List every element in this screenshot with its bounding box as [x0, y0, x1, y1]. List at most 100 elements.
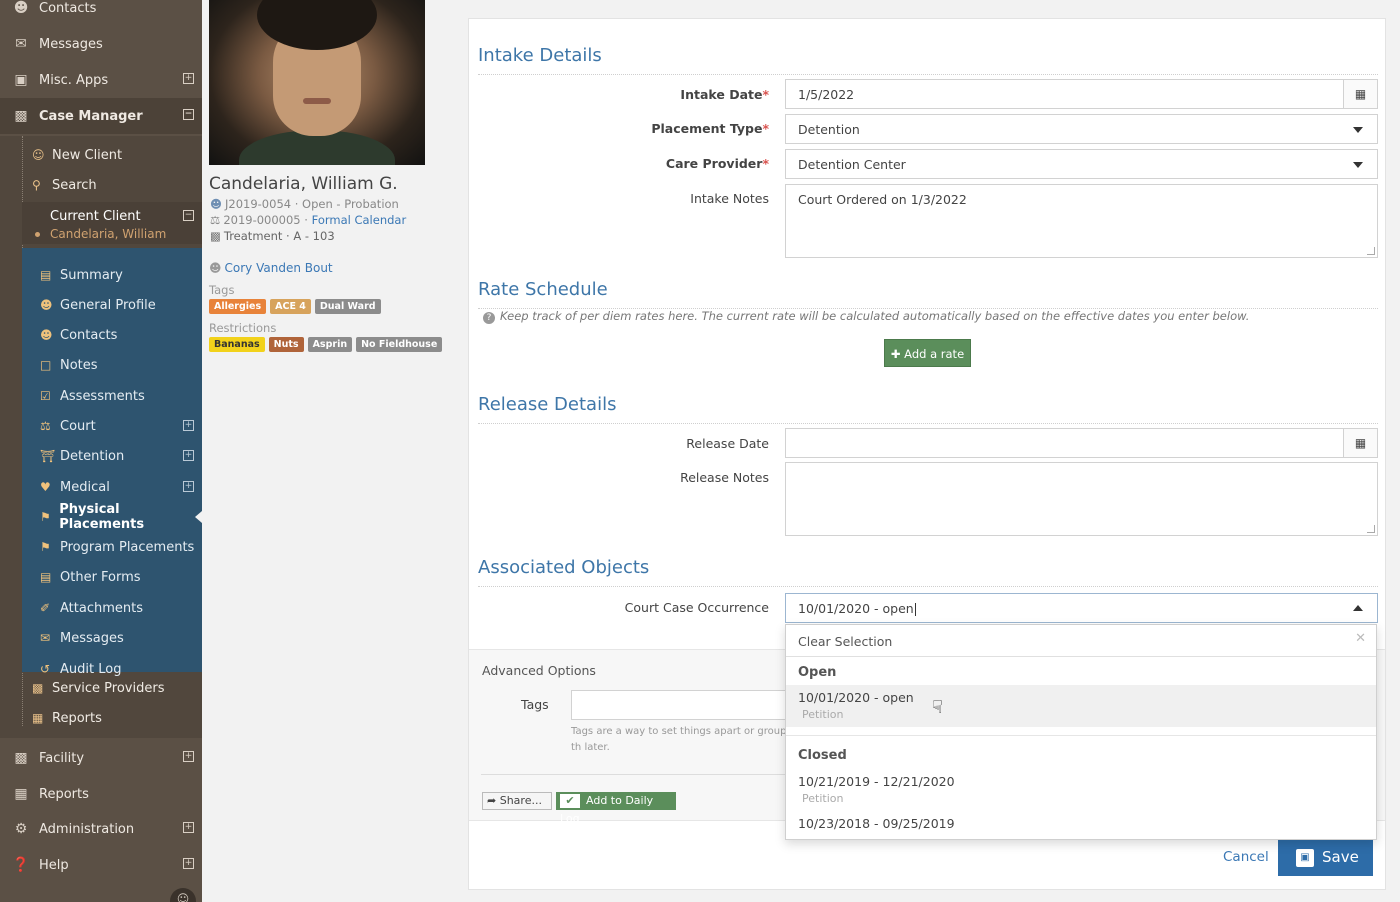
nav-label: Search [52, 177, 97, 193]
dropdown-option[interactable]: 10/21/2019 - 12/21/2020 Petition [786, 769, 1376, 810]
expand-icon[interactable]: + [183, 822, 194, 833]
advanced-options-title: Advanced Options [482, 663, 596, 678]
nav-messages[interactable]: ✉ Messages [22, 623, 202, 653]
nav-search[interactable]: ⚲ Search [22, 170, 202, 200]
nav-label: Messages [60, 630, 124, 646]
search-icon: ⚲ [32, 178, 41, 192]
court-line: ⚖ 2019-000005 · Formal Calendar [210, 213, 406, 227]
expand-icon[interactable]: + [183, 450, 194, 461]
nav-label: Reports [52, 710, 102, 726]
nav-label: General Profile [60, 297, 156, 313]
restriction-badge: Bananas [209, 337, 265, 352]
case-manager-tree: ☺ New Client ⚲ Search Current Client Can… [0, 136, 202, 738]
nav-notes[interactable]: □ Notes [22, 350, 202, 380]
court-case-label: Court Case Occurrence [624, 600, 769, 615]
nav-assessments[interactable]: ☑ Assessments [22, 381, 202, 411]
table-icon: ▦ [32, 711, 44, 725]
nav-label: Court [60, 418, 96, 434]
nav-label: Case Manager [39, 108, 143, 124]
intake-date-value: 1/5/2022 [798, 87, 855, 102]
nav-contacts[interactable]: ☻ Contacts [22, 320, 202, 350]
clear-selection-option[interactable]: Clear Selection ✕ [786, 625, 1376, 657]
nav-label: Physical Placements [59, 502, 145, 532]
current-client[interactable]: Current Client Candelaria, William − [22, 202, 202, 244]
expand-icon[interactable]: + [183, 858, 194, 869]
dropdown-option[interactable]: 10/01/2020 - open Petition [786, 685, 1376, 727]
nav-reports[interactable]: ▦ Reports [22, 703, 202, 733]
calendar-icon[interactable]: ▦ [1343, 80, 1377, 108]
expand-icon[interactable]: + [183, 751, 194, 762]
nav-administration[interactable]: ⚙ Administration + [0, 811, 202, 847]
save-button[interactable]: ▣ Save [1278, 838, 1373, 876]
collapse-icon[interactable]: − [183, 210, 194, 221]
expand-icon[interactable]: + [183, 73, 194, 84]
option-group-closed: Closed [798, 748, 847, 763]
care-provider-select[interactable]: Detention Center [785, 149, 1378, 179]
nav-court[interactable]: ⚖ Court + [22, 411, 202, 441]
nav-label: Administration [39, 821, 135, 837]
cancel-link[interactable]: Cancel [1223, 849, 1269, 865]
expand-icon[interactable]: + [183, 420, 194, 431]
nav-medical[interactable]: ♥ Medical + [22, 472, 202, 502]
client-photo [209, 0, 425, 165]
add-to-daily-log-button[interactable]: ✔ Add to Daily Log [556, 792, 676, 825]
nav-facility[interactable]: ▩ Facility + [0, 740, 202, 776]
nav-label: Misc. Apps [39, 72, 109, 88]
intake-date-field[interactable]: 1/5/2022 ▦ [785, 79, 1378, 109]
gears-icon: ⚙ [14, 821, 28, 837]
nav-other-forms[interactable]: ▤ Other Forms [22, 562, 202, 592]
nav-physical-placements[interactable]: ⚑ Physical Placements [22, 502, 202, 532]
release-notes-field[interactable] [785, 462, 1378, 536]
formal-calendar-link[interactable]: Formal Calendar [312, 213, 407, 227]
add-rate-button[interactable]: ✚ Add a rate [884, 339, 971, 367]
nav-summary[interactable]: ▤ Summary [22, 260, 202, 290]
building-icon: ⛩ [40, 449, 56, 463]
nav-attachments[interactable]: ✐ Attachments [22, 593, 202, 623]
tags-input[interactable] [571, 690, 801, 720]
nav-general-profile[interactable]: ☻ General Profile [22, 290, 202, 320]
tag-badge: Allergies [209, 299, 267, 314]
client-name: Candelaria, William G. [209, 174, 398, 194]
briefcase-icon: ▩ [14, 108, 28, 124]
divider [481, 774, 801, 775]
chevron-down-icon [1353, 162, 1363, 168]
client-panel: Candelaria, William G. ☻ J2019-0054 · Ope… [202, 0, 468, 902]
share-button[interactable]: ➦ Share... [482, 792, 552, 810]
bullet-icon [35, 232, 40, 237]
case-worker-link[interactable]: ☻ Cory Vanden Bout [209, 261, 333, 275]
nav-misc-apps[interactable]: ▣ Misc. Apps + [0, 62, 202, 98]
nav-new-client[interactable]: ☺ New Client [22, 140, 202, 170]
nav-label: Program Placements [60, 539, 195, 555]
calendar-icon[interactable]: ▦ [1343, 429, 1377, 457]
client-tags: Allergies ACE 4 Dual Ward [209, 299, 381, 314]
nav-service-providers[interactable]: ▩ Service Providers [22, 673, 202, 703]
nav-case-manager[interactable]: ▩ Case Manager − [0, 98, 202, 134]
intake-notes-field[interactable]: Court Ordered on 1/3/2022 [785, 184, 1378, 258]
nav-label: Notes [60, 357, 98, 373]
user-icon: ☻ [210, 197, 222, 211]
release-date-field[interactable]: ▦ [785, 428, 1378, 458]
care-provider-label: Care Provider* [665, 156, 769, 171]
collapse-icon[interactable]: − [183, 109, 194, 120]
expand-icon[interactable]: + [183, 481, 194, 492]
release-section-title: Release Details [478, 394, 1378, 424]
nav-label: Contacts [60, 327, 118, 343]
dropdown-option[interactable]: 10/23/2018 - 09/25/2019 [786, 811, 1376, 836]
nav-detention[interactable]: ⛩ Detention + [22, 441, 202, 471]
nav-label: Reports [39, 786, 89, 802]
check-square-icon: ☑ [40, 389, 51, 403]
user-menu-icon[interactable]: ☺ [170, 888, 196, 902]
option-subtitle: Petition [802, 708, 844, 721]
nav-help[interactable]: ❓ Help + [0, 847, 202, 883]
intake-section-title: Intake Details [478, 45, 1378, 75]
nav-reports[interactable]: ▦ Reports [0, 776, 202, 812]
nav-program-placements[interactable]: ⚑ Program Placements [22, 532, 202, 562]
court-case-select[interactable]: 10/01/2020 - open [785, 593, 1378, 623]
nav-contacts[interactable]: ☻ Contacts [0, 0, 202, 26]
close-icon[interactable]: ✕ [1355, 631, 1366, 646]
placement-type-select[interactable]: Detention [785, 114, 1378, 144]
note-icon: □ [40, 358, 52, 372]
flag-icon: ⚑ [40, 540, 51, 554]
nav-messages[interactable]: ✉ Messages [0, 26, 202, 62]
nav-label: Summary [60, 267, 123, 283]
